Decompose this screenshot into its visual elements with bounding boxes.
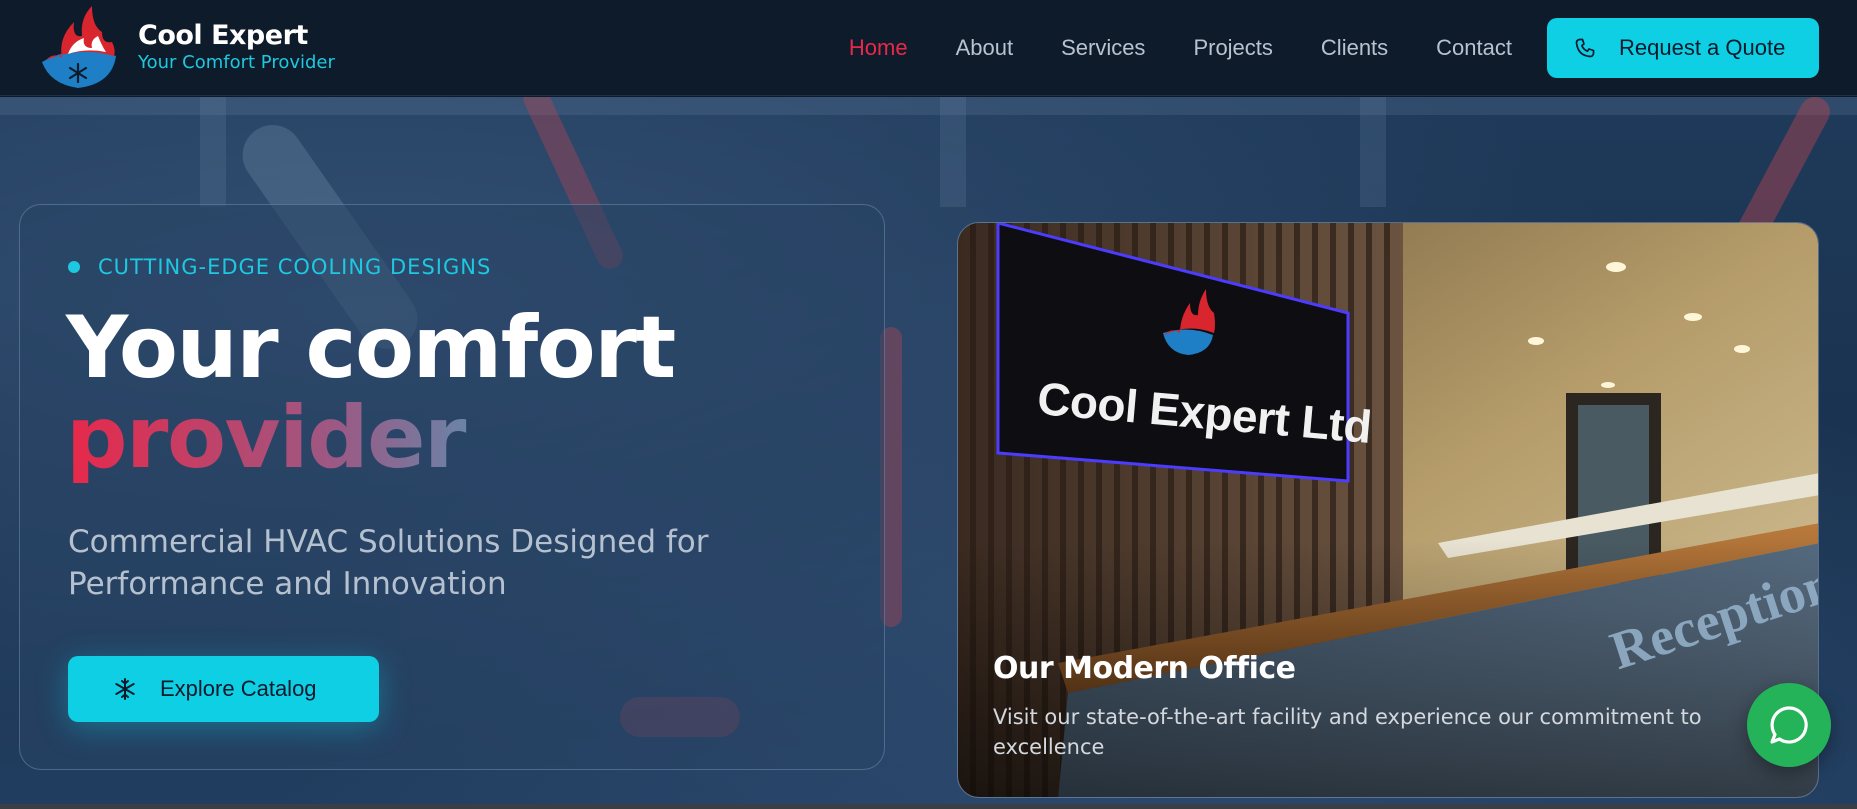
brand-name: Cool Expert (138, 20, 308, 51)
nav-services[interactable]: Services (1061, 35, 1145, 61)
nav-projects[interactable]: Projects (1193, 35, 1272, 61)
hero-subtitle: Commercial HVAC Solutions Designed for P… (68, 524, 709, 602)
hero-card: CUTTING-EDGE COOLING DESIGNS Your comfor… (19, 204, 885, 770)
eyebrow-dot-icon (68, 261, 80, 273)
office-title: Our Modern Office (993, 651, 1296, 686)
nav-about[interactable]: About (956, 35, 1014, 61)
snowflake-icon (115, 678, 135, 700)
whatsapp-chat-icon (1770, 706, 1808, 744)
brand-tagline: Your Comfort Provider (138, 52, 335, 73)
explore-catalog-button[interactable]: Explore Catalog (68, 656, 379, 722)
office-caption: Our Modern Office Visit our state-of-the… (993, 651, 1753, 762)
nav-home[interactable]: Home (849, 35, 908, 61)
request-quote-label: Request a Quote (1619, 35, 1786, 60)
explore-catalog-label: Explore Catalog (160, 676, 317, 701)
main-nav: Home About Services Projects Clients Con… (801, 0, 1512, 96)
hero-title-line1: Your comfort (66, 298, 676, 398)
nav-clients[interactable]: Clients (1321, 35, 1388, 61)
site-header: Cool Expert Your Comfort Provider Home A… (0, 0, 1857, 96)
office-description: Visit our state-of-the-art facility and … (993, 705, 1702, 759)
phone-icon (1575, 38, 1595, 58)
hero-title: Your comfort provider (66, 303, 676, 483)
hero-eyebrow: CUTTING-EDGE COOLING DESIGNS (68, 255, 491, 279)
nav-contact[interactable]: Contact (1436, 35, 1512, 61)
brand[interactable]: Cool Expert Your Comfort Provider (32, 2, 335, 92)
office-card[interactable]: Cool Expert Ltd Reception Our Modern Off… (957, 222, 1819, 798)
whatsapp-chat-button[interactable] (1747, 683, 1831, 767)
request-quote-button[interactable]: Request a Quote (1547, 18, 1819, 78)
flame-snowflake-logo (42, 6, 116, 88)
eyebrow-text: CUTTING-EDGE COOLING DESIGNS (98, 255, 492, 279)
hero-title-accent: provider (66, 393, 675, 483)
